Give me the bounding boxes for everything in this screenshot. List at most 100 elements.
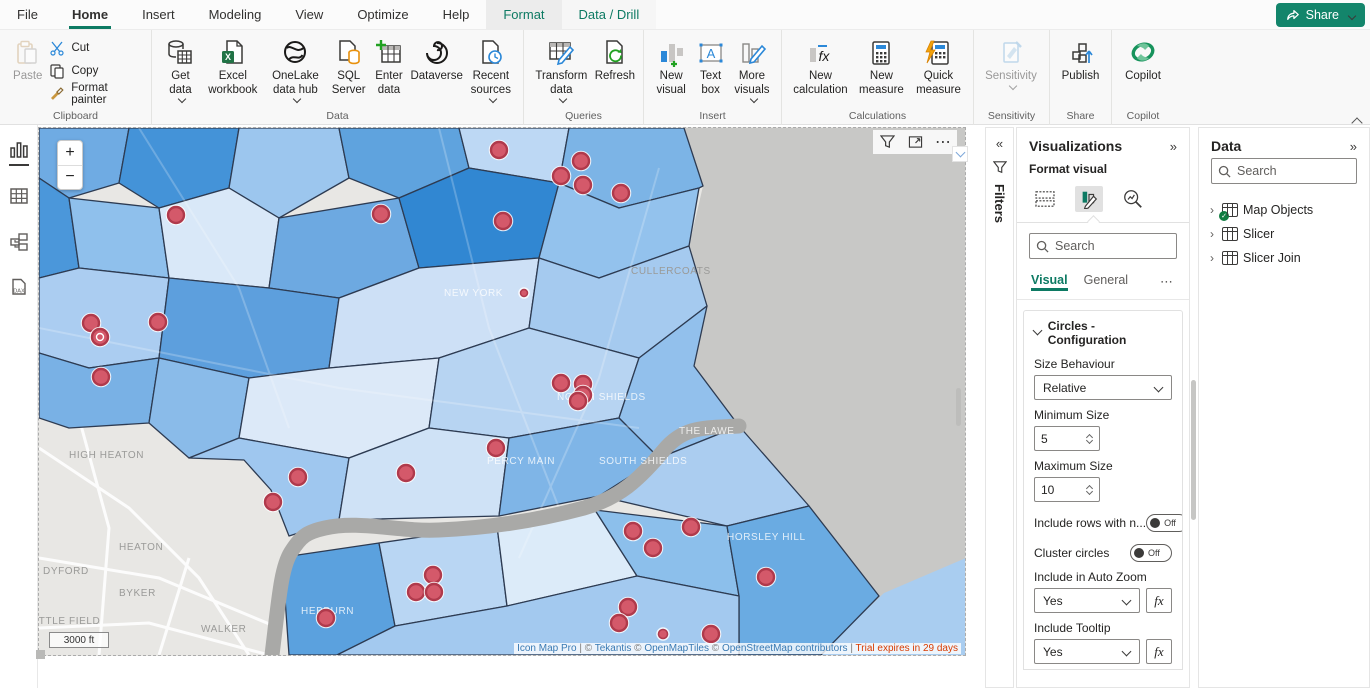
map-marker[interactable] [624, 522, 643, 541]
minimum-size-stepper[interactable]: 5 [1034, 426, 1100, 451]
table-item-slicer-join[interactable]: › Slicer Join [1207, 246, 1361, 270]
zoom-out-button[interactable]: − [58, 166, 82, 190]
size-behaviour-dropdown[interactable]: Relative [1034, 375, 1172, 400]
map-marker[interactable] [407, 583, 426, 602]
quick-measure-button[interactable]: Quick measure [910, 34, 967, 99]
paste-button[interactable]: Paste [6, 34, 49, 86]
map-marker[interactable] [572, 152, 591, 171]
format-painter-button[interactable]: Format painter [49, 84, 145, 104]
table-item-map-objects[interactable]: › ✓ Map Objects [1207, 198, 1361, 222]
refresh-button[interactable]: Refresh [593, 34, 637, 86]
more-format-tabs-icon[interactable]: ⋯ [1160, 274, 1175, 290]
tab-optimize[interactable]: Optimize [340, 0, 425, 29]
visual-resize-handle[interactable] [36, 650, 45, 659]
zoom-in-button[interactable]: + [58, 141, 82, 166]
format-search-input[interactable] [1055, 239, 1165, 253]
include-tooltip-fx-button[interactable]: fx [1146, 639, 1172, 664]
transform-data-button[interactable]: Transform data [530, 34, 593, 106]
tab-file[interactable]: File [0, 0, 55, 29]
map-marker[interactable] [91, 328, 110, 347]
table-view-button[interactable] [8, 185, 30, 207]
map-marker[interactable] [397, 464, 416, 483]
format-visual-icon[interactable] [1075, 186, 1103, 212]
circles-configuration-header[interactable]: Circles - Configuration [1034, 319, 1172, 347]
map-marker[interactable] [612, 184, 631, 203]
enter-data-button[interactable]: Enter data [369, 34, 408, 99]
new-measure-button[interactable]: New measure [853, 34, 910, 99]
map-marker[interactable] [519, 288, 529, 298]
sensitivity-button[interactable]: Sensitivity [980, 34, 1042, 93]
tab-insert[interactable]: Insert [125, 0, 192, 29]
new-calculation-button[interactable]: fx New calculation [788, 34, 853, 99]
table-item-slicer[interactable]: › Slicer [1207, 222, 1361, 246]
tab-format[interactable]: Format [486, 0, 561, 29]
map-marker[interactable] [425, 583, 444, 602]
collapse-ribbon-icon[interactable] [1350, 114, 1364, 128]
report-view-button[interactable] [8, 139, 30, 161]
tab-help[interactable]: Help [426, 0, 487, 29]
map-marker[interactable] [757, 568, 776, 587]
filter-icon[interactable] [875, 132, 899, 152]
tab-modeling[interactable]: Modeling [192, 0, 279, 29]
excel-workbook-button[interactable]: X Excel workbook [203, 34, 263, 99]
map-marker[interactable] [682, 518, 701, 537]
cut-button[interactable]: Cut [49, 38, 145, 58]
attribution-link[interactable]: OpenStreetMap contributors [722, 643, 848, 654]
map-marker[interactable] [289, 468, 308, 487]
map-marker[interactable] [552, 167, 571, 186]
page-vertical-scrollbar[interactable] [956, 388, 961, 426]
map-marker[interactable] [574, 176, 593, 195]
focus-mode-icon[interactable] [903, 132, 927, 152]
map-marker[interactable] [424, 566, 443, 585]
map-marker[interactable] [702, 625, 721, 644]
maximum-size-stepper[interactable]: 10 [1034, 477, 1100, 502]
auto-zoom-dropdown[interactable]: Yes [1034, 588, 1140, 613]
map-marker[interactable] [552, 374, 571, 393]
visualizations-scrollbar[interactable] [1191, 380, 1196, 520]
map-marker[interactable] [317, 609, 336, 628]
stepper-arrows-icon[interactable] [1087, 434, 1093, 443]
icon-map-canvas[interactable]: HIGH HEATONHEATONDYFORDBYKERBATTLE FIELD… [39, 128, 965, 655]
share-button[interactable]: Share [1276, 3, 1365, 27]
get-data-button[interactable]: Get data [158, 34, 203, 106]
new-visual-button[interactable]: New visual [650, 34, 692, 99]
map-marker[interactable] [644, 539, 663, 558]
collapse-data-icon[interactable]: » [1350, 139, 1357, 154]
stepper-arrows-icon[interactable] [1087, 485, 1093, 494]
data-search-box[interactable] [1211, 158, 1357, 184]
attribution-link[interactable]: OpenMapTiles [644, 643, 709, 654]
tab-view[interactable]: View [278, 0, 340, 29]
attribution-link[interactable]: Icon Map Pro [517, 643, 576, 654]
format-search-box[interactable] [1029, 233, 1177, 259]
tab-home[interactable]: Home [55, 0, 125, 29]
map-marker[interactable] [610, 614, 629, 633]
more-visuals-button[interactable]: More visuals [729, 34, 775, 106]
dataverse-button[interactable]: Dataverse [409, 34, 465, 86]
map-marker[interactable] [167, 206, 186, 225]
sql-server-button[interactable]: SQL Server [328, 34, 369, 99]
map-marker[interactable] [149, 313, 168, 332]
onelake-data-hub-button[interactable]: OneLake data hub [263, 34, 328, 106]
chevron-down-icon[interactable] [952, 146, 968, 162]
expand-filters-icon[interactable]: « [996, 136, 1003, 151]
map-marker[interactable] [264, 493, 283, 512]
analytics-icon[interactable] [1119, 186, 1147, 212]
copilot-button[interactable]: Copilot [1118, 34, 1168, 86]
copy-button[interactable]: Copy [49, 61, 145, 81]
model-view-button[interactable] [8, 231, 30, 253]
collapse-visualizations-icon[interactable]: » [1170, 139, 1177, 154]
map-marker[interactable] [569, 392, 588, 411]
map-marker[interactable] [657, 628, 669, 640]
map-marker[interactable] [372, 205, 391, 224]
tab-visual[interactable]: Visual [1031, 273, 1068, 291]
tab-general[interactable]: General [1084, 273, 1128, 291]
map-marker[interactable] [92, 368, 111, 387]
tree-chevron-icon[interactable]: › [1207, 203, 1217, 217]
dax-query-view-button[interactable]: DAX [8, 277, 30, 299]
include-rows-toggle[interactable]: Off [1146, 514, 1183, 532]
map-marker[interactable] [487, 439, 506, 458]
include-tooltip-dropdown[interactable]: Yes [1034, 639, 1140, 664]
attribution-link[interactable]: Tekantis [595, 643, 632, 654]
recent-sources-button[interactable]: Recent sources [465, 34, 517, 106]
build-visual-icon[interactable] [1031, 186, 1059, 212]
